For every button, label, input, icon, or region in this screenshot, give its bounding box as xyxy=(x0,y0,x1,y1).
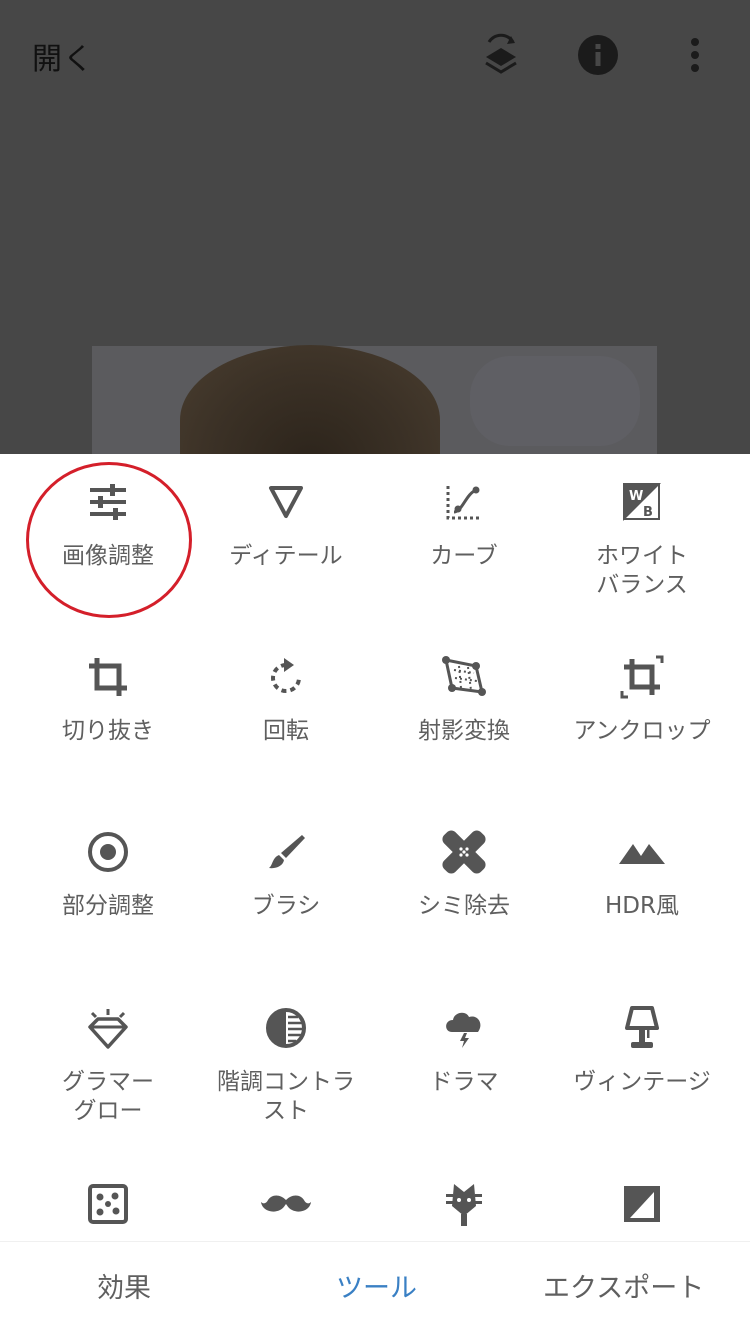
tool-label: アンクロップ xyxy=(573,718,711,744)
tool-label: ドラマ xyxy=(429,1069,499,1095)
tool-crop[interactable]: 切り抜き xyxy=(14,629,202,746)
tool-label: 切り抜き xyxy=(62,718,154,744)
healing-bandage-icon xyxy=(370,830,558,874)
tool-label: 階調コントラ スト xyxy=(217,1069,355,1124)
top-bar: 開く xyxy=(0,0,750,110)
tool-label: 回転 xyxy=(263,718,309,744)
brush-icon xyxy=(192,830,380,874)
mountains-hdr-icon xyxy=(548,830,736,874)
tool-frames[interactable] xyxy=(548,1156,736,1244)
layers-history-icon[interactable] xyxy=(476,30,526,80)
tool-grunge[interactable] xyxy=(370,1156,558,1244)
grainy-film-icon xyxy=(14,1182,202,1226)
tool-tonal-contrast[interactable]: 階調コントラ スト xyxy=(192,980,380,1126)
tool-grainy-film[interactable] xyxy=(14,1156,202,1244)
crop-icon xyxy=(14,655,202,699)
curves-icon xyxy=(370,480,558,524)
svg-text:W: W xyxy=(629,489,643,504)
highlight-circle xyxy=(26,462,192,618)
tool-label: 射影変換 xyxy=(418,718,510,744)
tool-retrolux[interactable] xyxy=(192,1156,380,1244)
info-icon[interactable] xyxy=(573,30,623,80)
tool-perspective[interactable]: 射影変換 xyxy=(370,629,558,746)
lamp-vintage-icon xyxy=(548,1006,736,1050)
tool-label: ディテール xyxy=(229,543,343,569)
tonal-contrast-icon xyxy=(192,1006,380,1050)
bottom-nav: 効果 ツール エクスポート xyxy=(0,1241,750,1334)
more-vert-icon[interactable] xyxy=(670,30,720,80)
tool-label: ヴィンテージ xyxy=(573,1069,711,1095)
tool-expand[interactable]: アンクロップ xyxy=(548,629,736,746)
open-button[interactable]: 開く xyxy=(32,34,94,78)
photo-background-shape xyxy=(470,356,640,446)
tool-label: シミ除去 xyxy=(418,893,510,919)
selective-adjust-icon xyxy=(14,830,202,874)
tab-tools[interactable]: ツール xyxy=(336,1266,417,1305)
tool-label: カーブ xyxy=(430,543,498,569)
perspective-icon xyxy=(370,655,558,699)
frames-icon xyxy=(548,1182,736,1226)
tool-details[interactable]: ディテール xyxy=(192,454,380,571)
guitar-head-icon xyxy=(370,1182,558,1226)
mustache-icon xyxy=(192,1182,380,1226)
tool-drama[interactable]: ドラマ xyxy=(370,980,558,1097)
tool-white-balance[interactable]: W B ホワイト バランス xyxy=(548,454,736,600)
tool-label: グラマー グロー xyxy=(62,1069,154,1124)
tool-hdr[interactable]: HDR風 xyxy=(548,804,736,921)
tab-effects[interactable]: 効果 xyxy=(97,1266,151,1305)
svg-text:B: B xyxy=(643,505,653,520)
tool-brush[interactable]: ブラシ xyxy=(192,804,380,921)
tool-label: ブラシ xyxy=(251,893,321,919)
rotate-icon xyxy=(192,655,380,699)
diamond-glow-icon xyxy=(14,1006,202,1050)
expand-icon xyxy=(548,655,736,699)
white-balance-icon: W B xyxy=(548,480,736,524)
tool-label: HDR風 xyxy=(605,893,679,919)
tool-label: ホワイト バランス xyxy=(596,543,688,598)
tab-export[interactable]: エクスポート xyxy=(543,1266,704,1305)
tool-vintage[interactable]: ヴィンテージ xyxy=(548,980,736,1097)
tool-glamour-glow[interactable]: グラマー グロー xyxy=(14,980,202,1126)
tool-label: 部分調整 xyxy=(62,893,154,919)
triangle-detail-icon xyxy=(192,480,380,524)
tool-rotate[interactable]: 回転 xyxy=(192,629,380,746)
tool-curves[interactable]: カーブ xyxy=(370,454,558,571)
tool-healing[interactable]: シミ除去 xyxy=(370,804,558,921)
tool-selective[interactable]: 部分調整 xyxy=(14,804,202,921)
storm-cloud-icon xyxy=(370,1006,558,1050)
tools-panel: 画像調整 ディテール カーブ W B ホワイト バランス 切り抜き 回転 射影変… xyxy=(0,454,750,1241)
